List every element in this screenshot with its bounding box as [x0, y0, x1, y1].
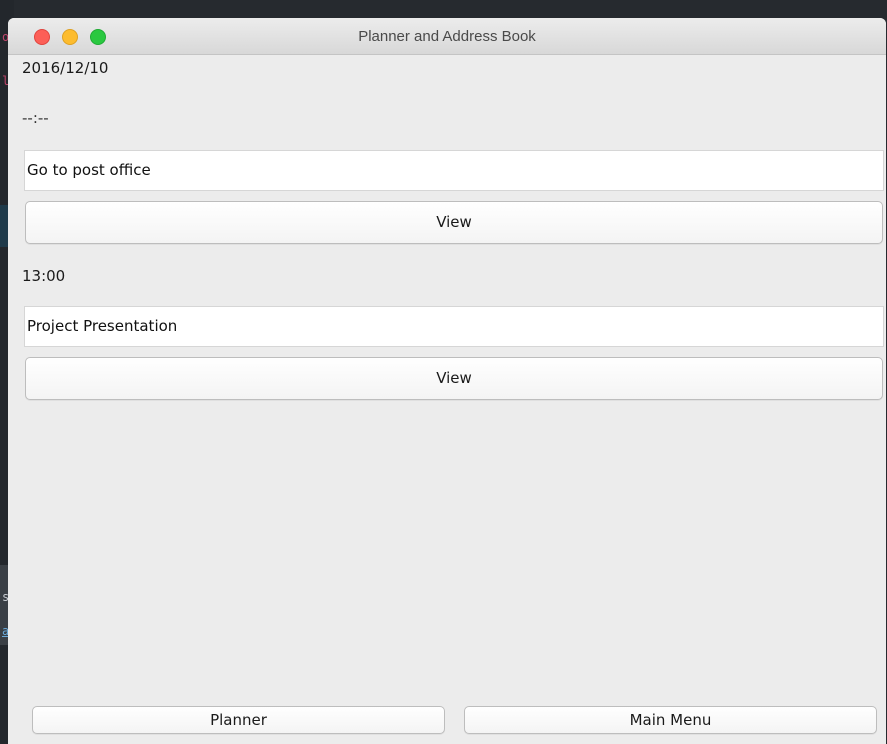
- entry-description-field[interactable]: Project Presentation: [24, 306, 884, 347]
- view-entry-button[interactable]: View: [25, 357, 883, 400]
- title-bar[interactable]: Planner and Address Book: [8, 18, 886, 55]
- window-title: Planner and Address Book: [358, 28, 536, 45]
- planner-content: 2016/12/10 --:-- Go to post office View …: [8, 55, 886, 744]
- main-menu-button[interactable]: Main Menu: [464, 706, 877, 734]
- entry-time: 13:00: [22, 267, 66, 285]
- planner-window: Planner and Address Book 2016/12/10 --:-…: [8, 18, 886, 744]
- planner-date: 2016/12/10: [22, 59, 109, 77]
- entry-description-field[interactable]: Go to post office: [24, 150, 884, 191]
- view-entry-button[interactable]: View: [25, 201, 883, 244]
- planner-button[interactable]: Planner: [32, 706, 445, 734]
- entry-time: --:--: [22, 109, 49, 127]
